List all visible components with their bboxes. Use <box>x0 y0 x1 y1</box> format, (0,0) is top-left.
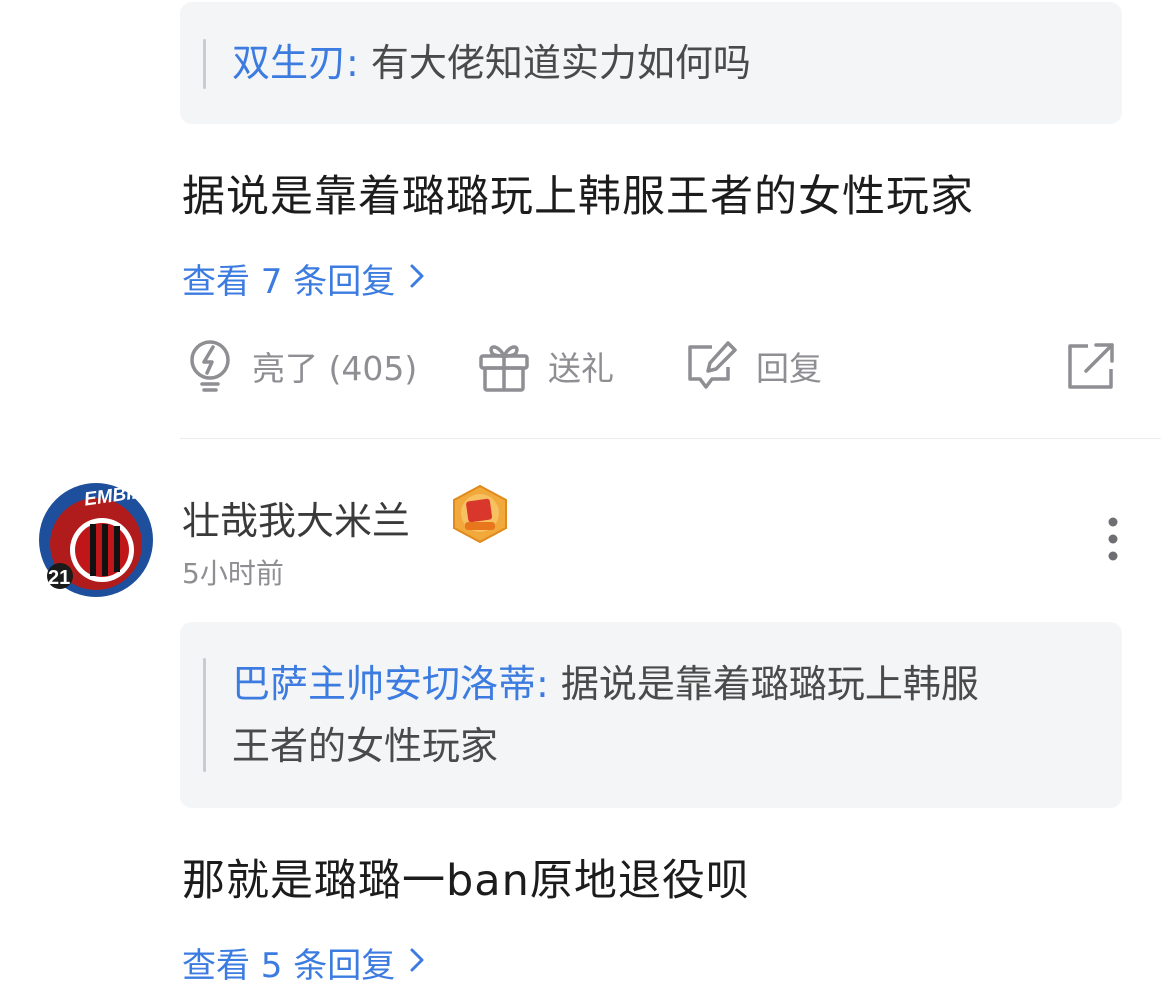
like-button[interactable]: 亮了 (405) <box>186 336 417 396</box>
edit-reply-icon <box>684 339 738 393</box>
quote-content-line2: 王者的女性玩家 <box>232 724 499 768</box>
view-replies-link[interactable]: 查看 5 条回复 <box>182 938 425 987</box>
comment-divider <box>180 438 1161 439</box>
quote-text: 双生刃: 有大佬知道实力如何吗 <box>232 32 1082 94</box>
chevron-right-icon <box>409 259 425 299</box>
avatar-number: 21 <box>48 567 71 589</box>
view-replies-label: 查看 5 条回复 <box>182 946 396 986</box>
view-replies-link[interactable]: 查看 7 条回复 <box>182 254 425 303</box>
reply-button[interactable]: 回复 <box>684 336 822 396</box>
reply-label: 回复 <box>756 349 822 388</box>
quote-username[interactable]: 双生刃 <box>232 41 346 85</box>
share-button[interactable] <box>1066 336 1116 396</box>
view-replies-label: 查看 7 条回复 <box>182 262 396 302</box>
quote-text: 巴萨主帅安切洛蒂: 据说是靠着璐璐玩上韩服 王者的女性玩家 <box>232 653 1082 777</box>
comment-body: 那就是璐璐一ban原地退役呗 <box>182 856 750 906</box>
quote-box: 巴萨主帅安切洛蒂: 据说是靠着璐璐玩上韩服 王者的女性玩家 <box>180 622 1122 808</box>
gift-label: 送礼 <box>548 349 614 388</box>
more-vertical-icon[interactable] <box>1103 516 1123 566</box>
quote-separator: : <box>346 41 371 85</box>
quote-username[interactable]: 巴萨主帅安切洛蒂 <box>232 662 536 706</box>
quote-box: 双生刃: 有大佬知道实力如何吗 <box>180 2 1122 124</box>
gift-icon <box>478 339 530 393</box>
quote-bar <box>203 39 206 89</box>
quote-content: 有大佬知道实力如何吗 <box>370 41 751 85</box>
gift-button[interactable]: 送礼 <box>478 336 614 396</box>
quote-content-line1: 据说是靠着璐璐玩上韩服 <box>560 662 979 706</box>
lightbulb-icon <box>186 338 234 394</box>
comment-username[interactable]: 壮哉我大米兰 <box>182 490 410 545</box>
share-external-icon <box>1066 341 1116 391</box>
quote-separator: : <box>536 662 561 706</box>
level-badge-icon <box>449 484 511 544</box>
comment-body: 据说是靠着璐璐玩上韩服王者的女性玩家 <box>182 172 974 222</box>
like-count: 亮了 (405) <box>252 349 418 388</box>
quote-bar <box>203 658 206 772</box>
comment-timestamp: 5小时前 <box>182 557 284 590</box>
avatar[interactable]: EMBIID 21 <box>34 480 158 600</box>
